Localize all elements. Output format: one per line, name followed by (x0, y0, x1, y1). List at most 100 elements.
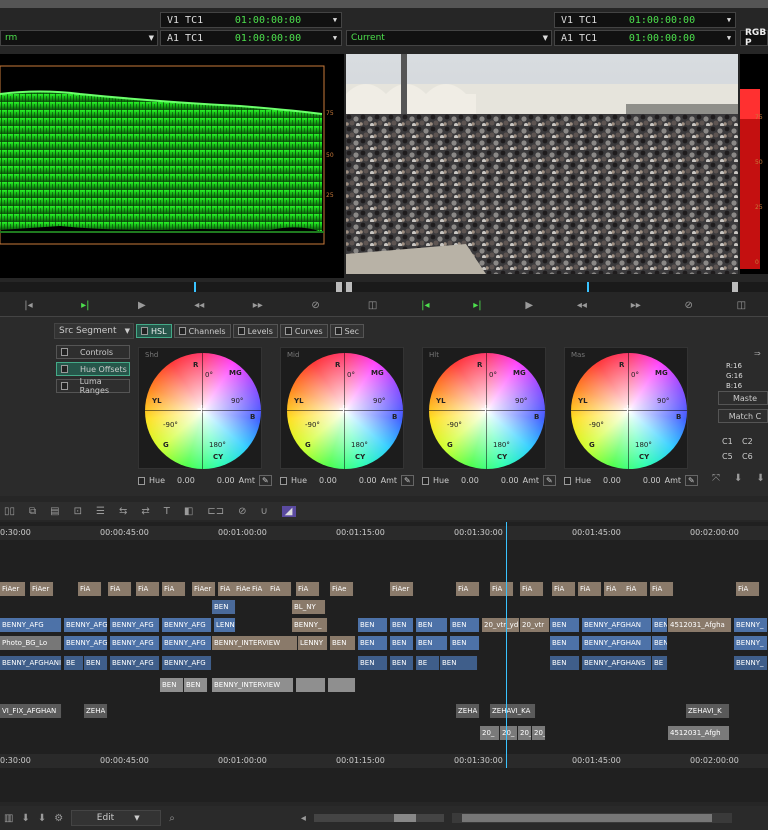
play-icon[interactable]: ▶ (525, 300, 533, 311)
eyedropper-icon[interactable]: ✎ (543, 475, 556, 486)
hue-value[interactable]: 0.00 (177, 476, 195, 485)
trim-icon[interactable]: ⇄ (141, 506, 149, 517)
playhead[interactable] (506, 522, 507, 768)
zoom-handle[interactable] (393, 814, 416, 822)
split-view-icon[interactable]: ◫ (737, 300, 746, 311)
scope-type-select[interactable]: rm ▼ (0, 30, 158, 46)
step-forward-icon[interactable]: ▸▸ (631, 300, 641, 311)
amt-value[interactable]: 0.00 (501, 476, 519, 485)
timeline-clip[interactable] (296, 678, 326, 692)
timeline-clip[interactable]: 20_vtr_yd (482, 618, 520, 632)
hue-checkbox[interactable] (280, 476, 287, 485)
eyedropper-icon[interactable]: ✎ (685, 475, 698, 486)
timeline-clip[interactable]: LENNY (214, 618, 236, 632)
clip-v1[interactable]: BENNY_AFG (64, 618, 108, 632)
clip-v-top[interactable]: FiA (650, 582, 674, 596)
color-effect-icon[interactable]: ◢ (281, 505, 296, 517)
hue-wheel[interactable]: R MG YL B G CY 0° 90° -90° 180° ✛ (145, 353, 261, 469)
timeline-clip[interactable]: 4512031_Afgh (668, 726, 730, 740)
wheel-cursor-icon[interactable]: ✛ (481, 403, 490, 416)
timeline-clip[interactable]: BENNY_ (734, 618, 768, 632)
scroll-thumb[interactable] (461, 814, 712, 822)
clip-v-top[interactable]: FiA (268, 582, 292, 596)
clip-v-top[interactable]: FiAer (30, 582, 54, 596)
settings-icon[interactable]: ⚙ (54, 813, 63, 824)
timeline-clip[interactable]: 20_ (532, 726, 546, 740)
timeline-clip[interactable]: BE (64, 656, 84, 670)
timeline-clip[interactable]: BENNY_ (734, 656, 768, 670)
master-button[interactable]: Maste (718, 391, 768, 405)
hue-value[interactable]: 0.00 (461, 476, 479, 485)
rgb-parade-select[interactable]: RGB P (740, 28, 768, 48)
clip-v-top[interactable]: FiA (108, 582, 132, 596)
select-icon[interactable]: ▤ (50, 506, 59, 517)
timeline-clip[interactable]: ZEHA (84, 704, 108, 718)
clip-v-top[interactable]: FiA (624, 582, 648, 596)
timeline-clip[interactable]: BENNY_AFG (110, 656, 160, 670)
timeline-clip[interactable]: 4512031_Afgha (668, 618, 732, 632)
hue-wheel[interactable]: R MG YL B G CY 0° 90° -90° 180° ✛ (571, 353, 687, 469)
link-icon[interactable]: ⊏⊐ (207, 506, 224, 517)
luma-ranges-button[interactable]: Luma Ranges (56, 377, 130, 395)
hue-checkbox[interactable] (564, 476, 571, 485)
clip-v-top[interactable]: FiA (78, 582, 102, 596)
match-frame-icon[interactable]: ⧉ (29, 506, 36, 517)
clip-v2[interactable]: BEN (212, 600, 236, 614)
clip-v-top[interactable]: FiA (520, 582, 544, 596)
tab-hsl[interactable]: HSL (136, 324, 172, 338)
hue-checkbox[interactable] (138, 476, 145, 485)
tab-channels[interactable]: Channels (173, 324, 231, 338)
tc-display-v1-right[interactable]: V1 TC1 01:00:00:00 ▼ (554, 12, 736, 28)
bucket-c2[interactable]: C2 (742, 437, 762, 446)
timeline-clip[interactable]: BEN (390, 636, 414, 650)
wheel-cursor-icon[interactable]: ✛ (197, 403, 206, 416)
hue-wheel[interactable]: R MG YL B G CY 0° 90° -90° 180° ✛ (287, 353, 403, 469)
timeline-clip[interactable]: BEN (330, 636, 356, 650)
mark-in-icon[interactable]: |◂ (421, 300, 429, 311)
timeline-clip[interactable]: BEN (184, 678, 208, 692)
bucket-c6[interactable]: C6 (742, 452, 762, 461)
clip-v-top[interactable]: FiAer (192, 582, 216, 596)
clip-v1[interactable]: BENNY_AFG (110, 618, 160, 632)
clip-v-top[interactable]: FiA (552, 582, 576, 596)
step-forward-icon[interactable]: ▸▸ (253, 300, 263, 311)
record-position-bar[interactable] (346, 282, 768, 292)
timeline-clip[interactable]: BENNY_AFG (64, 636, 108, 650)
timeline-clip[interactable]: BEN (358, 636, 388, 650)
hue-checkbox[interactable] (422, 476, 429, 485)
clip-a2[interactable]: BENNY_AFGHANIST (0, 656, 62, 670)
wheel-cursor-icon[interactable]: ✛ (339, 403, 348, 416)
amt-value[interactable]: 0.00 (643, 476, 661, 485)
timeline-clip[interactable]: BENNY_AFG (162, 636, 212, 650)
amt-value[interactable]: 0.00 (359, 476, 377, 485)
position-indicator[interactable] (587, 282, 589, 292)
mark-in-icon[interactable]: |◂ (24, 300, 32, 311)
bucket-c1[interactable]: C1 (722, 437, 742, 446)
arrow-down-alt-icon[interactable]: ⬇ (756, 473, 764, 484)
hue-wheel[interactable]: R MG YL B G CY 0° 90° -90° 180° ✛ (429, 353, 545, 469)
timeline-clip[interactable]: BEN (550, 636, 580, 650)
source-position-bar[interactable] (0, 282, 344, 292)
smooth-icon[interactable]: ∪ (260, 506, 267, 517)
remove-effect-icon[interactable]: ⤧ (712, 473, 720, 484)
clip-v2[interactable]: BL_NY (292, 600, 326, 614)
eyedropper-icon[interactable]: ✎ (259, 475, 272, 486)
search-icon[interactable]: ⌕ (169, 813, 175, 824)
match-color-button[interactable]: Match C (718, 409, 768, 423)
tab-sec[interactable]: Sec (329, 324, 365, 338)
timeline-clip[interactable]: 20_vtr (520, 618, 550, 632)
clip-v-top[interactable]: FiA (162, 582, 186, 596)
tab-curves[interactable]: Curves (279, 324, 328, 338)
timeline-clip[interactable]: BENNY_INTERVIEW (212, 678, 294, 692)
timeline-clip[interactable]: BENNY_AFGHAN (582, 618, 652, 632)
eyedropper-icon[interactable]: ✎ (401, 475, 414, 486)
clip-v-top[interactable]: FiAer (390, 582, 414, 596)
timeline-clip[interactable]: BENNY_INTERVIEW (212, 636, 298, 650)
clip-v-top[interactable]: FiA (578, 582, 602, 596)
arrow-down-icon[interactable]: ⬇ (734, 473, 742, 484)
step-back-icon[interactable]: ◂◂ (577, 300, 587, 311)
tc-display-a1-right[interactable]: A1 TC1 01:00:00:00 ▼ (554, 30, 736, 46)
timeline-clip[interactable]: ZEHAVI_KA (490, 704, 536, 718)
segment-icon[interactable]: ⇆ (119, 506, 127, 517)
clip-v-top[interactable]: FiA (296, 582, 320, 596)
